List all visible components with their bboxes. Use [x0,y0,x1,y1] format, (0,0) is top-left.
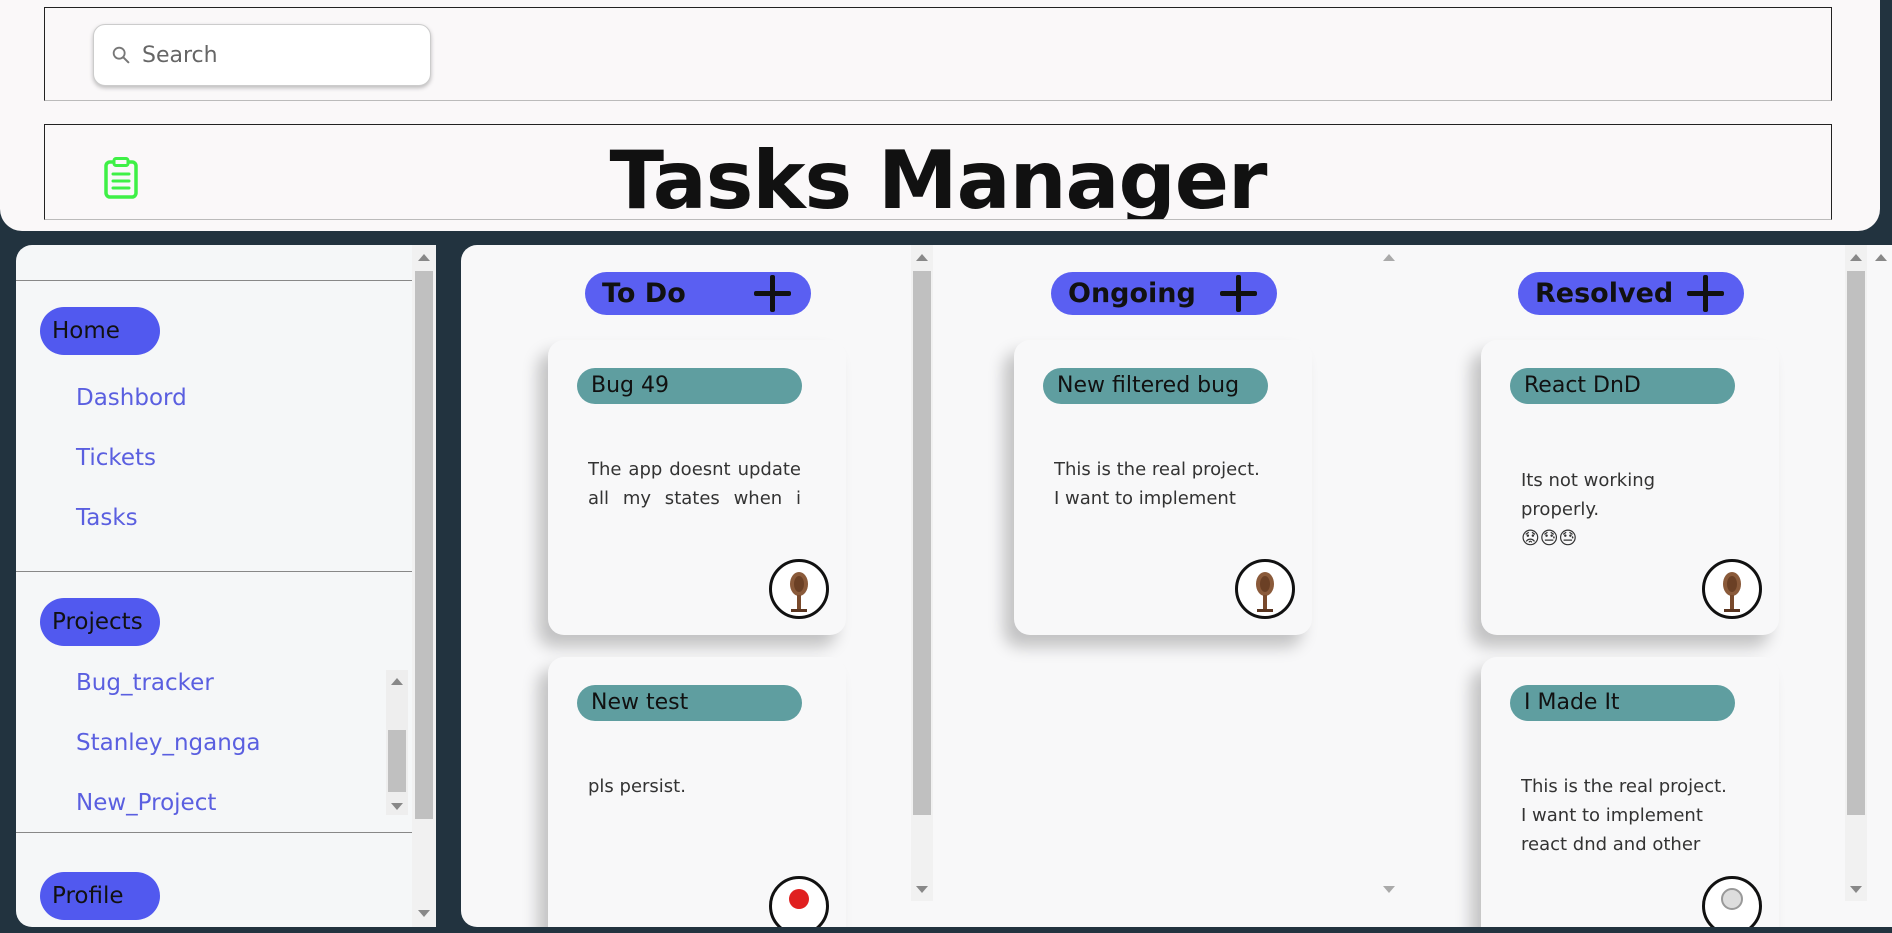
emoji-icons: 😟😓😓 [1521,528,1578,549]
plus-icon[interactable] [1220,275,1257,312]
task-tag: New filtered bug [1043,368,1268,404]
grey-avatar[interactable] [1702,876,1762,927]
sidebar-scrollbar[interactable] [412,245,436,927]
divider [16,280,412,281]
scroll-down-arrow-icon[interactable] [418,910,430,917]
sidebar-section-home[interactable]: Home [40,307,160,355]
wooden-figure-avatar[interactable] [1702,559,1762,619]
search-field[interactable] [93,24,431,86]
column-header-todo: To Do [585,272,811,315]
scroll-up-arrow-icon[interactable] [391,678,403,685]
column-header-ongoing: Ongoing [1051,272,1277,315]
sidebar-item-stanley-nganga[interactable]: Stanley_nganga [76,730,260,756]
task-card[interactable]: I Made It This is the real project. I wa… [1481,657,1779,927]
task-card[interactable]: Bug 49 The app doesnt update all my stat… [548,340,846,635]
scroll-up-arrow-icon[interactable] [1383,254,1395,261]
wooden-figure-avatar[interactable] [1235,559,1295,619]
page-title: Tasks Manager [609,134,1267,220]
sidebar-item-dashbord[interactable]: Dashbord [76,385,187,411]
task-tag: New test [577,685,802,721]
sidebar-section-projects[interactable]: Projects [40,598,160,646]
column-scrollbar[interactable] [1845,245,1867,901]
sidebar-item-tickets[interactable]: Tickets [76,445,156,471]
column-title: Ongoing [1068,278,1196,309]
scrollbar-thumb[interactable] [913,271,931,815]
scroll-down-arrow-icon[interactable] [1383,886,1395,893]
divider [16,571,412,572]
scroll-down-arrow-icon[interactable] [1850,886,1862,893]
task-tag: I Made It [1510,685,1735,721]
app-header: Tasks Manager [0,0,1880,231]
scrollbar-thumb[interactable] [388,730,406,792]
task-tag: Bug 49 [577,368,802,404]
task-tag: React DnD [1510,368,1735,404]
scroll-up-arrow-icon[interactable] [418,254,430,261]
scroll-down-arrow-icon[interactable] [391,803,403,810]
task-card[interactable]: New test pls persist. [548,657,846,927]
plus-icon[interactable] [754,275,791,312]
sidebar: Home Dashbord Tickets Tasks Projects Bug… [16,245,436,927]
red-avatar[interactable] [769,876,829,927]
column-scrollbar[interactable] [911,245,933,901]
column-title: To Do [602,278,686,309]
scrollbar-thumb[interactable] [1847,271,1865,815]
task-description: pls persist. [588,776,686,797]
task-description: This is the real project. I want to impl… [1054,459,1260,509]
sidebar-item-bug-tracker[interactable]: Bug_tracker [76,670,214,696]
task-description-text: Its not working properly. [1521,470,1656,520]
task-card[interactable]: React DnD Its not working properly. 😟😓😓 [1481,340,1779,635]
scroll-up-arrow-icon[interactable] [916,254,928,261]
sidebar-item-tasks[interactable]: Tasks [76,505,138,531]
search-input[interactable] [142,42,402,68]
column-scrollbar[interactable] [1378,245,1400,901]
column-title: Resolved [1535,278,1674,309]
task-description: This is the real project. I want to impl… [1521,776,1727,855]
scroll-up-arrow-icon[interactable] [1850,254,1862,261]
search-icon [112,46,130,64]
task-card[interactable]: New filtered bug This is the real projec… [1014,340,1312,635]
divider [16,832,412,833]
projects-scrollbar[interactable] [386,670,408,815]
scroll-down-arrow-icon[interactable] [916,886,928,893]
scroll-up-arrow-icon[interactable] [1875,254,1887,261]
wooden-figure-avatar[interactable] [769,559,829,619]
scrollbar-thumb[interactable] [415,271,433,819]
kanban-board: To Do Bug 49 The app doesnt update all m… [461,245,1892,927]
search-bar-container [44,7,1832,101]
plus-icon[interactable] [1687,275,1724,312]
column-header-resolved: Resolved [1518,272,1744,315]
task-description: Its not working properly. 😟😓😓 [1521,466,1734,553]
sidebar-item-new-project[interactable]: New_Project [76,790,216,816]
title-bar: Tasks Manager [44,124,1832,220]
sidebar-section-profile[interactable]: Profile [40,872,160,920]
sidebar-nav: Home Dashbord Tickets Tasks Projects Bug… [16,245,412,927]
task-description: The app doesnt update all my states when… [588,459,801,509]
